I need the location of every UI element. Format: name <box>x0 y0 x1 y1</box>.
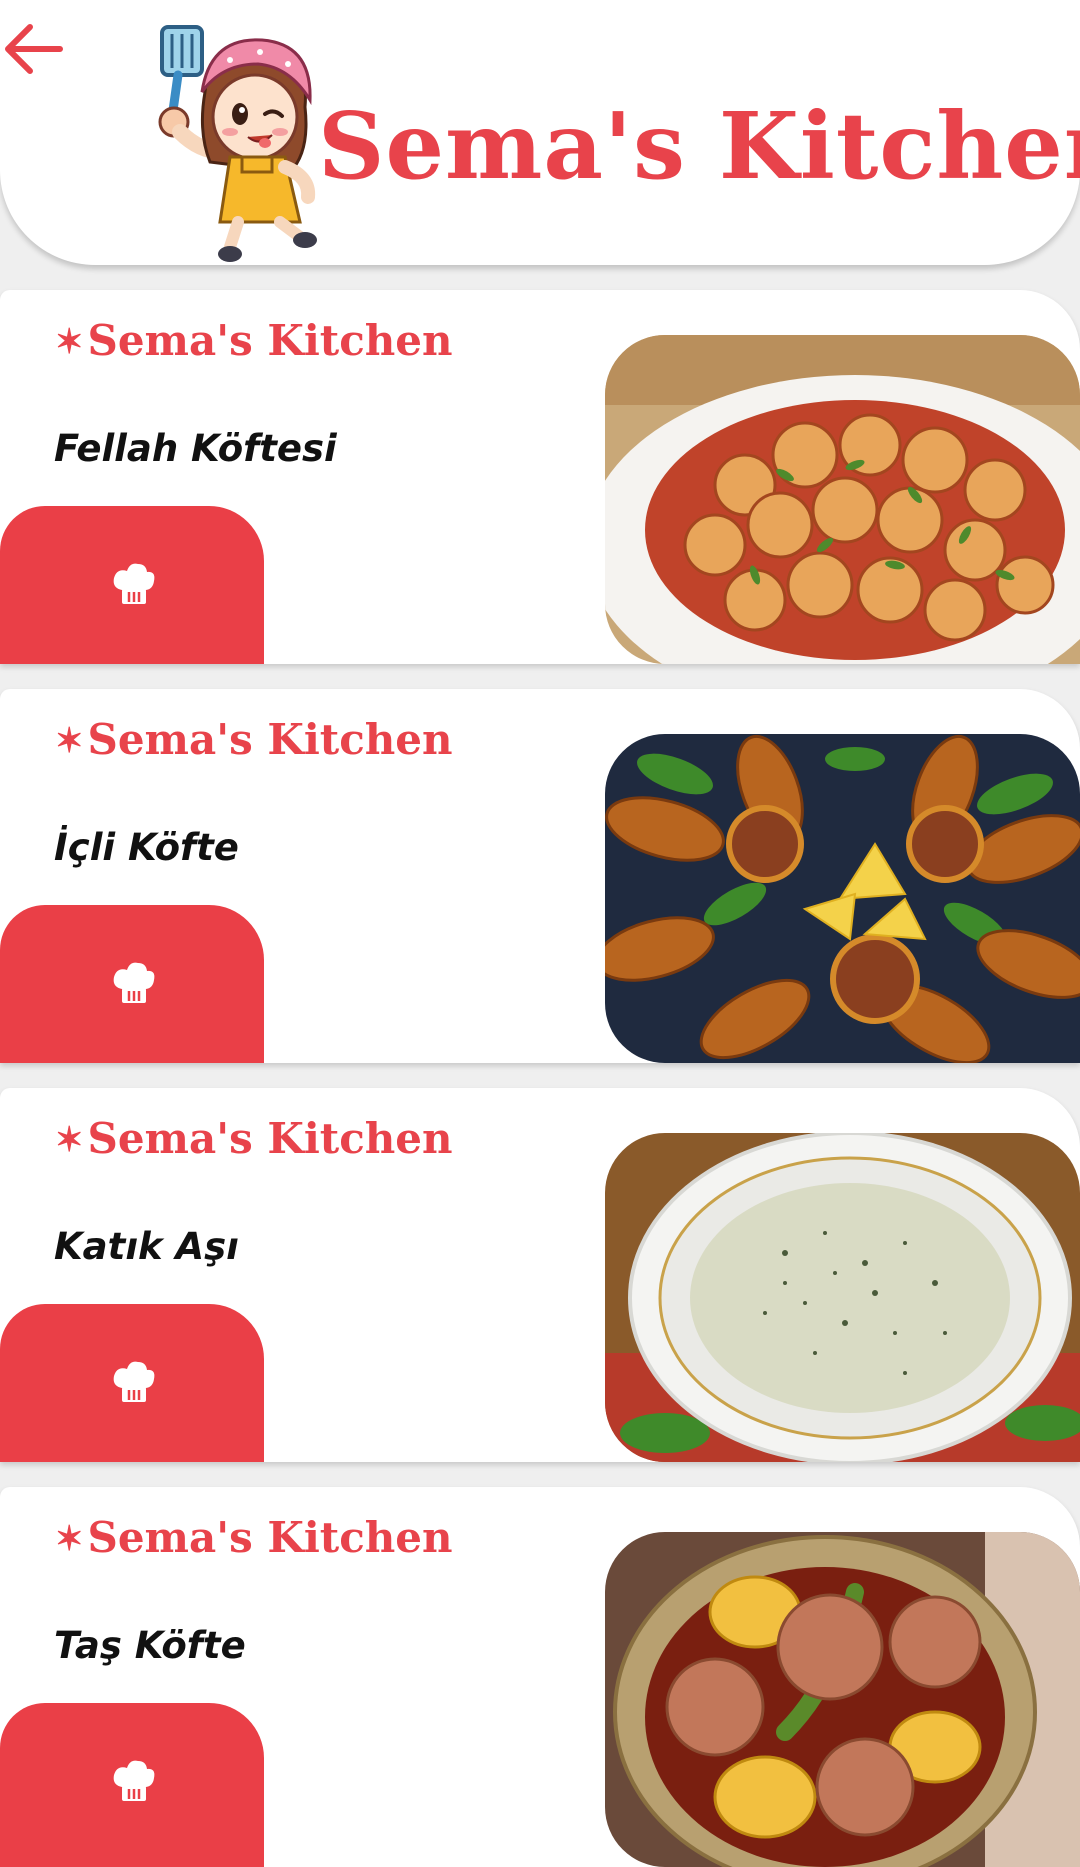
recipe-title: İçli Köfte <box>54 826 239 869</box>
chef-hat-icon <box>113 1361 155 1402</box>
recipe-open-button[interactable] <box>0 1304 264 1462</box>
brand-title: Sema's Kitchen <box>318 92 1080 200</box>
card-brand-text: Sema's Kitchen <box>87 316 453 365</box>
chef-hat-icon <box>113 563 155 604</box>
card-brand-label: ✶Sema's Kitchen <box>55 719 453 761</box>
arrow-left-icon <box>5 24 63 74</box>
card-brand-label: ✶Sema's Kitchen <box>55 1118 453 1160</box>
star-icon: ✶ <box>55 322 84 362</box>
back-button[interactable] <box>0 14 70 84</box>
chef-mascot-logo <box>150 22 325 267</box>
star-icon: ✶ <box>55 1519 84 1559</box>
katik-asi-photo <box>605 1133 1080 1462</box>
card-brand-text: Sema's Kitchen <box>87 715 453 764</box>
recipe-open-button[interactable] <box>0 905 264 1063</box>
icli-kofte-photo <box>605 734 1080 1063</box>
fellah-koftesi-photo <box>605 335 1080 664</box>
card-brand-text: Sema's Kitchen <box>87 1114 453 1163</box>
chef-hat-icon <box>113 1760 155 1801</box>
recipe-title: Taş Köfte <box>54 1624 246 1667</box>
recipe-card[interactable]: ✶Sema's Kitchen İçli Köfte <box>0 689 1080 1063</box>
recipe-title: Fellah Köftesi <box>54 427 337 470</box>
recipe-card[interactable]: ✶Sema's Kitchen Taş Köfte <box>0 1487 1080 1867</box>
card-brand-label: ✶Sema's Kitchen <box>55 320 453 362</box>
card-brand-text: Sema's Kitchen <box>87 1513 453 1562</box>
recipe-card[interactable]: ✶Sema's Kitchen Katık Aşı <box>0 1088 1080 1462</box>
recipe-card[interactable]: ✶Sema's Kitchen Fellah Köftesi <box>0 290 1080 664</box>
star-icon: ✶ <box>55 1120 84 1160</box>
recipe-title: Katık Aşı <box>54 1225 239 1268</box>
recipe-open-button[interactable] <box>0 506 264 664</box>
chef-hat-icon <box>113 962 155 1003</box>
tas-kofte-photo <box>605 1532 1080 1867</box>
card-brand-label: ✶Sema's Kitchen <box>55 1517 453 1559</box>
star-icon: ✶ <box>55 721 84 761</box>
recipe-open-button[interactable] <box>0 1703 264 1867</box>
app-header: Sema's Kitchen <box>0 0 1080 265</box>
